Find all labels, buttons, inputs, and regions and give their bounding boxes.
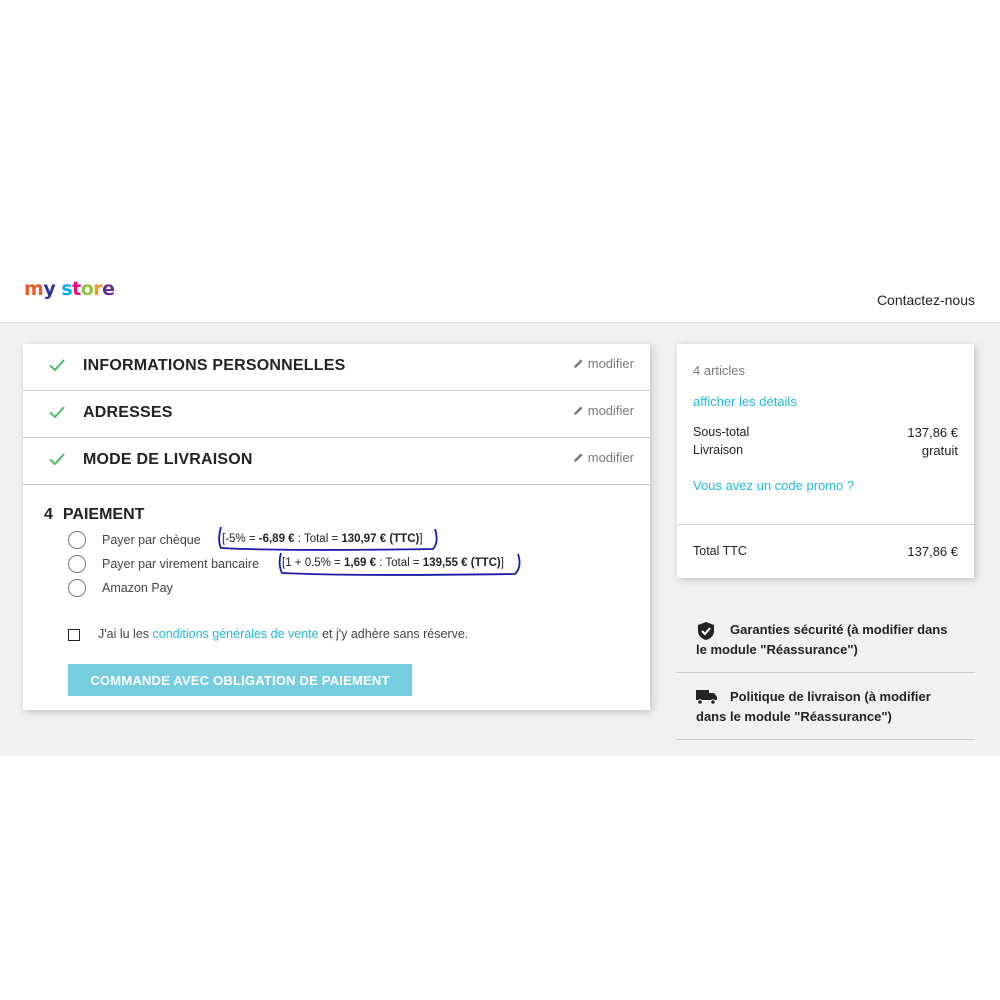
pencil-icon <box>573 453 583 462</box>
reassurance-delivery: Politique de livraison (à modifier dans … <box>676 687 975 740</box>
pencil-icon <box>573 406 583 415</box>
step-title: PAIEMENT <box>62 506 145 523</box>
show-details-link[interactable]: afficher les détails <box>693 394 797 409</box>
check-icon <box>49 406 65 419</box>
step-personal-info[interactable]: INFORMATIONS PERSONNELLES modifier <box>23 344 650 391</box>
step-title: ADRESSES <box>83 404 173 421</box>
step-number: 4 <box>44 506 53 523</box>
radio-button[interactable] <box>68 555 86 573</box>
modify-link[interactable]: modifier <box>573 403 634 418</box>
cart-summary: 4 articles afficher les détails Sous-tot… <box>677 344 974 578</box>
item-count: 4 articles <box>693 363 746 378</box>
total-value: 137,86 € <box>907 544 958 559</box>
shipping-label: Livraison <box>693 443 744 457</box>
modify-link[interactable]: modifier <box>573 450 634 465</box>
payment-option-amazon-pay[interactable]: Amazon Pay <box>68 579 173 597</box>
payment-option-cheque[interactable]: Payer par chèque <box>68 531 201 549</box>
payment-option-label: Amazon Pay <box>102 581 173 595</box>
terms-agreement: J'ai lu les conditions générales de vent… <box>68 627 468 641</box>
total-label: Total TTC <box>693 544 747 558</box>
shipping-row: Livraison gratuit <box>693 443 958 458</box>
payment-step-title: 4 PAIEMENT <box>44 506 144 524</box>
pencil-icon <box>573 359 583 368</box>
reassurance-security: Garanties sécurité (à modifier dans le m… <box>676 620 975 673</box>
checkout-card: INFORMATIONS PERSONNELLES modifier ADRES… <box>23 344 650 710</box>
shipping-value: gratuit <box>921 443 958 458</box>
payment-option-label: Payer par chèque <box>102 533 201 547</box>
step-addresses[interactable]: ADRESSES modifier <box>23 391 650 438</box>
check-icon <box>49 453 65 466</box>
radio-button[interactable] <box>68 531 86 549</box>
total-row: Total TTC 137,86 € <box>693 544 958 559</box>
check-icon <box>49 359 65 372</box>
payment-option-label: Payer par virement bancaire <box>102 557 260 571</box>
subtotal-label: Sous-total <box>693 425 750 439</box>
payment-surcharge-info: [-5% = -6,89 € : Total = 130,97 € (TTC)] <box>222 533 423 545</box>
place-order-button[interactable]: COMMANDE AVEC OBLIGATION DE PAIEMENT <box>68 664 412 696</box>
reassurance-text: Garanties sécurité (à modifier dans le m… <box>696 622 948 657</box>
store-logo[interactable]: my store <box>24 278 115 300</box>
radio-button[interactable] <box>68 579 86 597</box>
step-title: INFORMATIONS PERSONNELLES <box>83 357 346 374</box>
payment-surcharge-info: [1 + 0.5% = 1,69 € : Total = 139,55 € (T… <box>282 557 504 569</box>
terms-link[interactable]: conditions générales de vente <box>153 627 319 641</box>
divider <box>677 524 974 525</box>
site-header: my store Contactez-nous <box>0 250 1000 323</box>
step-title: MODE DE LIVRAISON <box>83 451 253 468</box>
reassurance-text: Politique de livraison (à modifier dans … <box>696 689 931 724</box>
step-delivery-mode[interactable]: MODE DE LIVRAISON modifier <box>23 438 650 485</box>
subtotal-row: Sous-total 137,86 € <box>693 425 958 440</box>
terms-checkbox[interactable] <box>68 628 80 641</box>
modify-link[interactable]: modifier <box>573 356 634 371</box>
payment-option-bank-transfer[interactable]: Payer par virement bancaire <box>68 555 259 573</box>
subtotal-value: 137,86 € <box>907 425 958 440</box>
contact-link[interactable]: Contactez-nous <box>877 292 975 308</box>
promo-code-link[interactable]: Vous avez un code promo ? <box>693 478 854 493</box>
